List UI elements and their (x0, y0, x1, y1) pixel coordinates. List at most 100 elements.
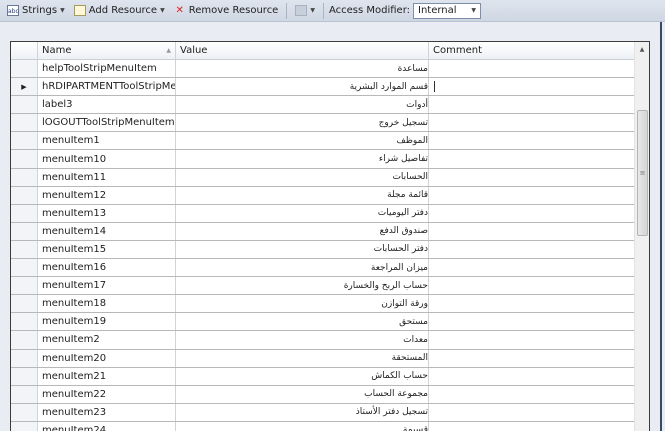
comment-cell[interactable] (429, 295, 634, 312)
comment-cell[interactable] (429, 422, 634, 431)
table-row[interactable]: menuItem14 صندوق الدفع (11, 222, 649, 241)
table-row[interactable]: label3 أدوات (11, 96, 649, 115)
name-cell[interactable]: menuItem1 (38, 132, 176, 150)
scrollbar-thumb[interactable]: ≡ (637, 110, 648, 236)
table-row[interactable]: menuItem13 دفتر اليوميات (11, 204, 649, 223)
value-cell[interactable]: معدات (176, 331, 429, 349)
value-cell[interactable]: تفاصيل شراء (176, 150, 429, 168)
table-row[interactable]: menuItem23 تسجيل دفتر الأستاذ (11, 403, 649, 422)
value-cell[interactable]: قائمة مجلة (176, 186, 429, 204)
value-cell[interactable]: الحسابات (176, 168, 429, 186)
table-row[interactable]: menuItem2 معدات (11, 331, 649, 350)
value-cell[interactable]: تسجيل خروج (176, 114, 429, 132)
row-header-corner[interactable] (11, 42, 38, 59)
comment-cell[interactable] (429, 205, 634, 222)
comment-cell[interactable] (429, 78, 634, 95)
table-row[interactable]: lOGOUTToolStripMenuItem1 تسجيل خروج (11, 114, 649, 133)
access-modifier-select[interactable]: Internal ▼ (413, 2, 482, 19)
comment-cell[interactable] (429, 241, 634, 258)
row-header[interactable] (11, 150, 38, 168)
table-row[interactable]: menuItem12 قائمة مجلة (11, 186, 649, 205)
comment-cell[interactable] (429, 350, 634, 367)
table-row[interactable]: menuItem20 المستحقة (11, 349, 649, 368)
comment-cell[interactable] (429, 277, 634, 294)
remove-resource-button[interactable]: ✕ Remove Resource (171, 2, 282, 20)
comment-cell[interactable] (429, 114, 634, 131)
comment-cell[interactable] (429, 150, 634, 167)
row-header[interactable] (11, 295, 38, 313)
vertical-scrollbar[interactable]: ▲ ≡ (634, 42, 649, 431)
column-header-comment[interactable]: Comment (429, 42, 634, 59)
name-cell[interactable]: menuItem14 (38, 222, 176, 240)
table-row[interactable]: ▶ hRDIPARTMENTToolStripMenuItem قسم المو… (11, 78, 649, 97)
name-cell[interactable]: menuItem22 (38, 385, 176, 403)
name-cell[interactable]: menuItem18 (38, 295, 176, 313)
value-cell[interactable]: تسجيل دفتر الأستاذ (176, 403, 429, 421)
row-header[interactable] (11, 114, 38, 132)
table-row[interactable]: menuItem10 تفاصيل شراء (11, 150, 649, 169)
comment-cell[interactable] (429, 404, 634, 421)
table-row[interactable]: menuItem24 قسيمة (11, 421, 649, 431)
comment-cell[interactable] (429, 386, 634, 403)
name-cell[interactable]: helpToolStripMenuItem (38, 60, 176, 78)
row-header[interactable] (11, 168, 38, 186)
name-cell[interactable]: menuItem17 (38, 277, 176, 295)
row-header[interactable] (11, 367, 38, 385)
table-row[interactable]: menuItem22 مجموعة الحساب (11, 385, 649, 404)
view-dropdown-button[interactable]: ▼ (292, 2, 318, 20)
row-header[interactable] (11, 403, 38, 421)
name-cell[interactable]: menuItem20 (38, 349, 176, 367)
scroll-up-icon[interactable]: ▲ (635, 42, 649, 57)
name-cell[interactable]: menuItem13 (38, 204, 176, 222)
value-cell[interactable]: أدوات (176, 96, 429, 114)
value-cell[interactable]: دفتر الحسابات (176, 240, 429, 259)
row-header[interactable] (11, 421, 38, 431)
column-header-name[interactable]: Name ▲ (38, 42, 176, 59)
value-cell[interactable]: قسيمة (176, 421, 429, 431)
value-cell[interactable]: ورقة التوازن (176, 295, 429, 313)
table-row[interactable]: menuItem18 ورقة التوازن (11, 295, 649, 314)
value-cell[interactable]: مستحق (176, 313, 429, 331)
comment-cell[interactable] (429, 313, 634, 330)
name-cell[interactable]: lOGOUTToolStripMenuItem1 (38, 114, 176, 132)
row-header[interactable]: ▶ (11, 78, 38, 96)
name-cell[interactable]: label3 (38, 96, 176, 114)
name-cell[interactable]: menuItem11 (38, 168, 176, 186)
row-header[interactable] (11, 222, 38, 240)
row-header[interactable] (11, 96, 38, 114)
table-row[interactable]: menuItem19 مستحق (11, 313, 649, 332)
value-cell[interactable]: المستحقة (176, 349, 429, 367)
row-header[interactable] (11, 186, 38, 204)
name-cell[interactable]: menuItem10 (38, 150, 176, 168)
table-row[interactable]: menuItem15 دفتر الحسابات (11, 240, 649, 260)
row-header[interactable] (11, 277, 38, 295)
add-resource-button[interactable]: Add Resource ▼ (71, 2, 168, 20)
table-row[interactable]: menuItem21 حساب الكماش (11, 367, 649, 386)
name-cell[interactable]: hRDIPARTMENTToolStripMenuItem (38, 78, 176, 96)
value-cell[interactable]: مساعدة (176, 60, 429, 78)
value-cell[interactable]: حساب الكماش (176, 367, 429, 385)
value-cell[interactable]: قسم الموارد البشرية (176, 78, 429, 96)
comment-cell[interactable] (429, 60, 634, 77)
comment-cell[interactable] (429, 132, 634, 149)
row-header[interactable] (11, 349, 38, 367)
row-header[interactable] (11, 259, 38, 277)
name-cell[interactable]: menuItem19 (38, 313, 176, 331)
name-cell[interactable]: menuItem2 (38, 331, 176, 349)
value-cell[interactable]: حساب الربح والخسارة (176, 277, 429, 295)
name-cell[interactable]: menuItem15 (38, 240, 176, 259)
row-header[interactable] (11, 385, 38, 403)
name-cell[interactable]: menuItem21 (38, 367, 176, 385)
name-cell[interactable]: menuItem23 (38, 403, 176, 421)
value-cell[interactable]: صندوق الدفع (176, 222, 429, 240)
row-header[interactable] (11, 331, 38, 349)
table-row[interactable]: menuItem17 حساب الربح والخسارة (11, 277, 649, 296)
table-row[interactable]: menuItem1 الموظف (11, 132, 649, 151)
comment-cell[interactable] (429, 368, 634, 385)
comment-cell[interactable] (429, 96, 634, 113)
comment-cell[interactable] (429, 187, 634, 204)
column-header-value[interactable]: Value (176, 42, 429, 59)
value-cell[interactable]: مجموعة الحساب (176, 385, 429, 403)
comment-cell[interactable] (429, 169, 634, 186)
table-row[interactable]: helpToolStripMenuItem مساعدة (11, 60, 649, 79)
